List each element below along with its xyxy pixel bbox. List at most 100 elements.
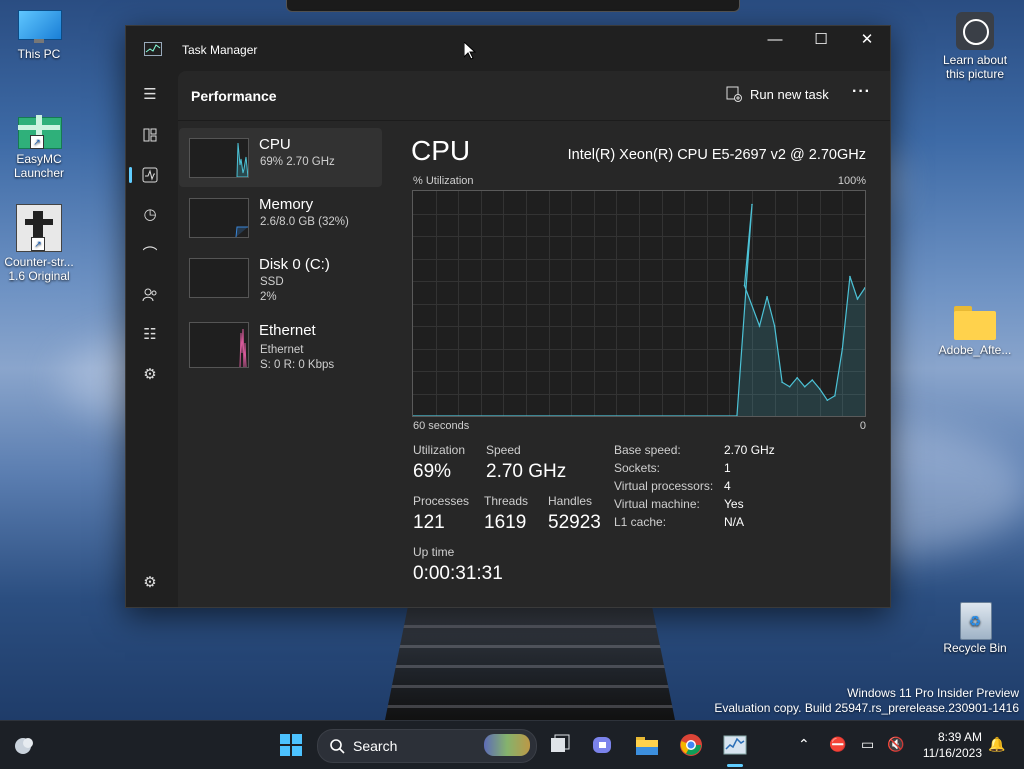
device-name: Memory [259,196,314,213]
utilization-axis-label: % Utilization [413,175,474,187]
task-manager-taskbar-icon[interactable] [723,733,747,757]
top-snap-bar [286,0,740,12]
mouse-cursor-icon [464,42,476,60]
network-status-icon[interactable]: ⛔ [829,736,846,753]
minimize-button[interactable]: — [752,26,798,56]
cpu-data-point [849,275,851,278]
device-item-disk[interactable]: Disk 0 (C:) SSD 2% [179,248,382,307]
startup-apps-icon[interactable]: ⌒ [138,243,162,267]
settings-icon[interactable]: ⚙ [138,571,162,595]
device-detail-2: S: 0 R: 0 Kbps [260,359,335,371]
cpu-data-point [751,203,753,206]
cpu-data-point [743,284,746,287]
l1-cache-value: N/A [724,515,745,529]
more-options-button[interactable]: ··· [852,83,871,101]
utilization-value: 69% [413,461,452,482]
cpu-title: CPU [411,135,471,166]
device-item-ethernet[interactable]: Ethernet Ethernet S: 0 R: 0 Kbps [179,314,382,373]
notification-bell-icon[interactable]: 🔔 [988,736,1005,753]
folder-icon [954,306,996,340]
watermark-build: Evaluation copy. Build 25947.rs_prerelea… [714,701,1019,715]
services-icon[interactable]: ⚙ [138,363,162,387]
run-new-task-button[interactable]: Run new task [726,86,829,102]
speed-value: 2.70 GHz [486,461,567,482]
chrome-icon[interactable] [679,733,703,757]
device-name: Disk 0 (C:) [259,256,330,273]
cpu-graph-svg [412,191,866,417]
desktop-icon-easymc[interactable]: ↗ EasyMC Launcher [1,107,77,180]
time-axis-label: 60 seconds [413,420,470,432]
handles-value: 52923 [548,512,601,533]
search-label: Search [353,738,398,754]
learn-about-picture-icon [956,12,994,50]
device-detail: 69% 2.70 GHz [260,156,335,168]
display-icon[interactable]: ▭ [861,736,874,753]
utilization-max-label: 100% [837,175,866,187]
cpu-data-point [412,415,414,417]
close-button[interactable]: ✕ [844,26,890,56]
performance-icon[interactable] [138,163,162,187]
cpu-thumbnail-graph [189,138,249,178]
taskbar: Search ⌃ ⛔ ▭ 🔇 8:39 AM 11/16/2023 🔔 [0,720,1024,769]
recycle-bin-icon: ♻ [958,598,992,640]
users-icon[interactable] [138,283,162,307]
desktop-icon-counter-strike[interactable]: ↗ Counter-str... 1.6 Original [1,204,77,283]
device-detail: 2.6/8.0 GB (32%) [260,216,349,228]
cpu-data-point [773,325,776,327]
windows-watermark: Windows 11 Pro Insider Preview Evaluatio… [714,686,1019,716]
app-history-icon[interactable]: ◷ [138,203,162,227]
title-bar[interactable]: Task Manager — ☐ ✕ [126,26,890,71]
system-clock[interactable]: 8:39 AM 11/16/2023 [916,729,982,761]
counter-strike-icon: ↗ [16,204,62,252]
virtual-processors-value: 4 [724,479,731,493]
desktop-icon-label: Adobe_Afte... [938,343,1012,357]
cpu-utilization-graph [412,190,866,417]
device-name: Ethernet [259,322,316,339]
cpu-model: Intel(R) Xeon(R) CPU E5-2697 v2 @ 2.70GH… [567,147,866,163]
active-indicator [129,167,132,183]
cpu-data-point [796,376,798,379]
cpu-data-point [758,325,761,327]
teams-chat-icon[interactable] [591,733,615,757]
weather-widget-icon[interactable] [12,733,36,757]
window-title: Task Manager [182,43,258,57]
watermark-edition: Windows 11 Pro Insider Preview [847,686,1019,700]
desktop-icon-learn-about[interactable]: Learn about this picture [937,12,1013,81]
gift-icon: ↗ [16,107,62,149]
processes-label: Processes [413,494,470,508]
task-manager-app-icon [144,42,162,56]
windows-start-icon[interactable] [279,733,303,757]
desktop-icon-recycle-bin[interactable]: ♻ Recycle Bin [937,598,1013,655]
show-hidden-icons-chevron[interactable]: ⌃ [798,736,810,753]
virtual-machine-label: Virtual machine: [614,497,700,511]
hamburger-icon[interactable]: ☰ [138,83,162,107]
cpu-data-point [834,394,836,397]
file-explorer-icon[interactable] [635,733,659,757]
ethernet-thumbnail-graph [189,322,249,368]
speed-label: Speed [486,443,521,457]
processes-icon[interactable] [138,123,162,147]
device-name: CPU [259,136,291,153]
main-panel: Performance Run new task ··· CPU 69% 2.7… [178,71,890,607]
cpu-data-point [819,388,821,390]
task-view-icon[interactable] [548,733,572,757]
memory-thumbnail-graph [189,198,249,238]
base-speed-label: Base speed: [614,443,681,457]
cpu-data-point [803,385,806,388]
l1-cache-label: L1 cache: [614,515,667,529]
details-icon[interactable]: ☷ [138,323,162,347]
maximize-button[interactable]: ☐ [798,26,844,56]
pier-image [385,605,675,720]
desktop-icon-this-pc[interactable]: This PC [1,10,77,61]
cpu-data-point [781,381,783,384]
cpu-data-point [856,298,859,300]
device-item-cpu[interactable]: CPU 69% 2.70 GHz [179,128,382,187]
taskbar-search-box[interactable]: Search [317,729,537,763]
clock-time: 8:39 AM [937,730,982,744]
cpu-data-point [766,295,768,298]
cpu-data-point [811,379,814,381]
desktop-icon-adobe[interactable]: Adobe_Afte... [937,306,1013,357]
volume-icon[interactable]: 🔇 [887,736,904,753]
handles-label: Handles [548,494,593,508]
device-item-memory[interactable]: Memory 2.6/8.0 GB (32%) [179,188,382,247]
